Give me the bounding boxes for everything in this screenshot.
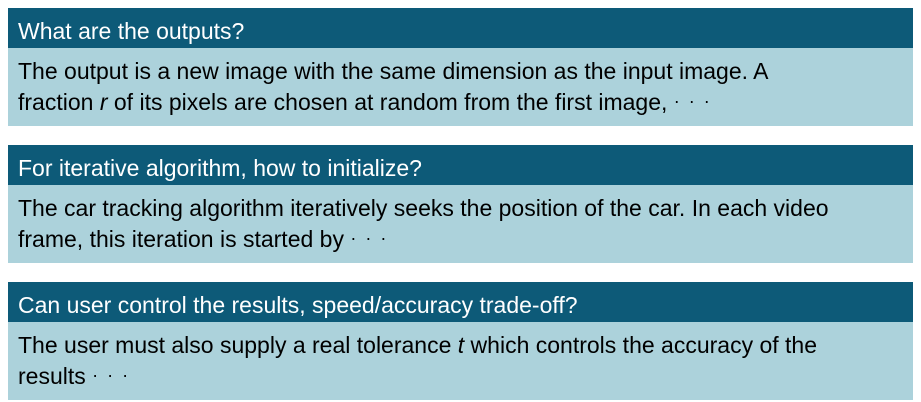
block-title: Can user control the results, speed/accu…	[8, 282, 913, 322]
block-body: The car tracking algorithm iteratively s…	[8, 185, 913, 263]
block-body: The user must also supply a real toleran…	[8, 322, 913, 400]
body-line: results · · ·	[18, 361, 903, 394]
body-text: frame, this iteration is started by	[18, 226, 351, 252]
body-line: frame, this iteration is started by · · …	[18, 224, 903, 257]
ellipsis: · · ·	[673, 91, 712, 111]
ellipsis: · · ·	[350, 228, 389, 248]
body-text: of its pixels are chosen at random from …	[107, 89, 674, 115]
variable-r: r	[99, 89, 108, 115]
body-text: results	[18, 363, 93, 389]
body-line: The car tracking algorithm iteratively s…	[18, 195, 829, 221]
block-outputs: What are the outputs? The output is a ne…	[8, 8, 913, 126]
body-text: fraction	[18, 89, 100, 115]
block-title: What are the outputs?	[8, 8, 913, 48]
block-control: Can user control the results, speed/accu…	[8, 282, 913, 400]
block-title: For iterative algorithm, how to initiali…	[8, 145, 913, 185]
body-line: fraction r of its pixels are chosen at r…	[18, 87, 903, 120]
block-body: The output is a new image with the same …	[8, 48, 913, 126]
block-initialize: For iterative algorithm, how to initiali…	[8, 145, 913, 263]
body-text: The user must also supply a real toleran…	[18, 332, 458, 358]
body-line: The user must also supply a real toleran…	[18, 330, 903, 361]
body-text: which controls the accuracy of the	[464, 332, 818, 358]
ellipsis: · · ·	[92, 365, 131, 385]
body-line: The output is a new image with the same …	[18, 58, 769, 84]
